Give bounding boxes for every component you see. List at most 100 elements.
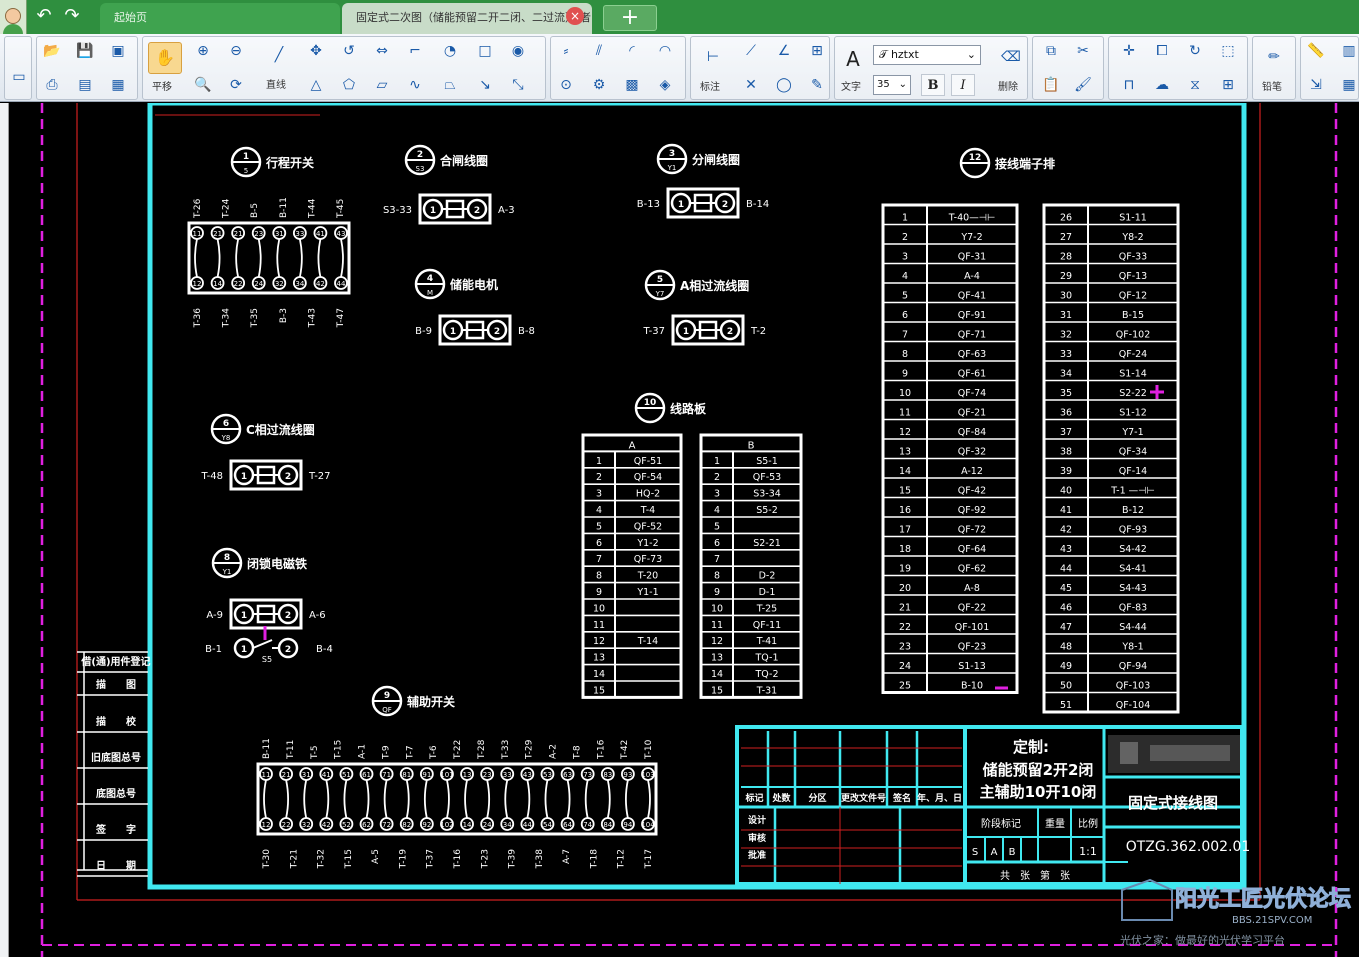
polyline-icon[interactable]: ⌐ xyxy=(402,38,428,64)
terminal-label: T-30 xyxy=(262,849,272,870)
arc-icon[interactable]: ◔ xyxy=(437,38,463,64)
undo-icon[interactable]: ↶ xyxy=(33,6,55,26)
text-tool-icon[interactable]: A xyxy=(840,46,866,72)
save-as-icon[interactable]: ▣ xyxy=(105,38,131,64)
brush-icon[interactable]: 🖌 xyxy=(1070,72,1096,98)
terminal-label: T-44 xyxy=(307,198,317,219)
pencil-icon[interactable]: ✏ xyxy=(1261,44,1287,70)
gear-icon[interactable]: ⚙ xyxy=(586,72,612,98)
bold-button[interactable]: B xyxy=(921,74,945,96)
block-icon[interactable]: ⊓ xyxy=(1116,72,1142,98)
row-number: 6 xyxy=(596,538,602,549)
sign-row-label: 审核 xyxy=(748,832,766,844)
image-export-icon[interactable]: ▦ xyxy=(105,72,131,98)
baseline-dim-icon[interactable]: ⊞ xyxy=(804,38,830,64)
italic-button[interactable]: I xyxy=(951,74,975,96)
lower-pin: 52 xyxy=(342,821,351,829)
terminal-label: T-35 xyxy=(250,308,260,328)
parallelogram-icon[interactable]: ▱ xyxy=(369,72,395,98)
row-number: 48 xyxy=(1060,642,1072,653)
scale-icon[interactable]: ⧠ xyxy=(1149,38,1175,64)
snap-icon[interactable]: ⊙ xyxy=(553,72,579,98)
tab-drawing[interactable]: 固定式二次图（储能预留二开二闭、二过流）-者 xyxy=(342,3,592,34)
blank-page-icon[interactable]: ▭ xyxy=(6,64,32,90)
balloon-number: 12 xyxy=(969,153,982,163)
cloud-icon[interactable]: ☁ xyxy=(1149,72,1175,98)
move-icon[interactable]: ✥ xyxy=(303,38,329,64)
spline-icon[interactable]: ∿ xyxy=(402,72,428,98)
row-value: T-31 xyxy=(756,685,777,696)
open-folder-icon[interactable]: 📂 xyxy=(39,38,65,64)
zoom-in-icon[interactable]: ⊕ xyxy=(190,38,216,64)
fillet-icon[interactable]: ◜ xyxy=(619,38,645,64)
font-select[interactable]: 𝒯 hztxt ⌄ xyxy=(873,45,981,65)
trapezoid-icon[interactable]: ⏢ xyxy=(437,72,463,98)
pdf-export-icon[interactable]: ▤ xyxy=(72,72,98,98)
font-name: hztxt xyxy=(890,48,919,61)
print-icon[interactable]: ⎙ xyxy=(39,72,65,98)
upper-pin: 91 xyxy=(422,771,431,779)
row-value: Y1-1 xyxy=(636,587,658,598)
eraser-icon[interactable]: ⌫ xyxy=(998,44,1024,70)
tab-home[interactable]: 起始页 xyxy=(100,3,340,34)
trim-icon[interactable]: ⸗ xyxy=(553,38,579,64)
ellipse-icon[interactable]: ◉ xyxy=(505,38,531,64)
new-tab-button[interactable]: + xyxy=(603,5,657,31)
array-icon[interactable]: ⊞ xyxy=(1215,72,1241,98)
upper-pin: 81 xyxy=(402,771,411,779)
rectangle-icon[interactable]: □ xyxy=(472,38,498,64)
fill-icon[interactable]: ◈ xyxy=(652,72,678,98)
chamfer-icon[interactable]: ◠ xyxy=(652,38,678,64)
terminal-label: T-8 xyxy=(572,745,582,760)
edit-dim-icon[interactable]: ✎ xyxy=(804,72,830,98)
move-cross-icon[interactable]: ✛ xyxy=(1116,38,1142,64)
arrow-icon[interactable]: ⤡ xyxy=(505,72,531,98)
row-number: 2 xyxy=(714,472,720,483)
close-tab-icon[interactable]: × xyxy=(566,7,584,25)
copy-icon[interactable]: ⧉ xyxy=(1038,38,1064,64)
row-value: Y8-2 xyxy=(1121,232,1143,243)
zoom-extent-icon[interactable]: ⟳ xyxy=(223,72,249,98)
row-number: 43 xyxy=(1060,544,1072,555)
terminal-label: T-9 xyxy=(381,745,391,760)
triangle-icon[interactable]: △ xyxy=(303,72,329,98)
save-icon[interactable]: 💾 xyxy=(72,38,98,64)
layers-icon[interactable]: ▥ xyxy=(1336,38,1359,64)
hatch-icon[interactable]: ▩ xyxy=(619,72,645,98)
angle-dim-icon[interactable]: ∠ xyxy=(771,38,797,64)
dimension-icon[interactable]: ⊢ xyxy=(700,44,726,70)
font-size-value: 35 xyxy=(877,79,890,90)
aligned-dim-icon[interactable]: ⟋ xyxy=(738,38,764,64)
terminal-label: T-26 xyxy=(193,198,203,219)
radius-dim-icon[interactable]: ◯ xyxy=(771,72,797,98)
extend-icon[interactable]: ⫽ xyxy=(586,38,612,64)
redo-icon[interactable]: ↷ xyxy=(61,6,83,26)
drawing-canvas[interactable]: 借(通)用件登记描 图描 校旧底图总号底图总号签 字日 期 15行程开关2S3合… xyxy=(10,103,1359,957)
leader-icon[interactable]: ✕ xyxy=(738,72,764,98)
line-tool-icon[interactable]: ╱ xyxy=(266,42,292,68)
ray-icon[interactable]: ↘ xyxy=(472,72,498,98)
rotate-icon[interactable]: ↺ xyxy=(336,38,362,64)
grid-icon[interactable]: ▦ xyxy=(1336,72,1359,98)
watermark-url: BBS.21SPV.COM xyxy=(1232,915,1312,926)
mirror-icon[interactable]: ⧖ xyxy=(1182,72,1208,98)
font-size-select[interactable]: 35 ⌄ xyxy=(873,75,911,95)
coil-right-label: T-2 xyxy=(750,326,766,337)
zoom-window-icon[interactable]: 🔍 xyxy=(190,72,216,98)
upper-pin: 31 xyxy=(275,230,284,238)
row-number: 27 xyxy=(1060,232,1072,243)
row-number: 7 xyxy=(714,554,720,565)
pan-button[interactable]: ✋ xyxy=(148,42,182,74)
cut-icon[interactable]: ✂ xyxy=(1070,38,1096,64)
pentagon-icon[interactable]: ⬠ xyxy=(336,72,362,98)
3d-view-icon[interactable]: ⬚ xyxy=(1215,38,1241,64)
ruler-icon[interactable]: 📏 xyxy=(1303,38,1329,64)
rotate-cw-icon[interactable]: ↻ xyxy=(1182,38,1208,64)
stretch-icon[interactable]: ⇔ xyxy=(369,38,395,64)
table-header: B xyxy=(748,440,755,451)
zoom-out-icon[interactable]: ⊖ xyxy=(223,38,249,64)
row-number: 26 xyxy=(1060,213,1072,224)
paste-icon[interactable]: 📋 xyxy=(1038,72,1064,98)
import-icon[interactable]: ⇲ xyxy=(1303,72,1329,98)
row-number: 7 xyxy=(596,554,602,565)
